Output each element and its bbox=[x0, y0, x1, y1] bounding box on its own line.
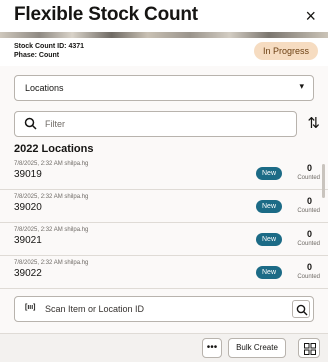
counted-value: 0 bbox=[306, 196, 312, 206]
counted-value: 0 bbox=[306, 262, 312, 272]
list-item-location: 39019 bbox=[14, 169, 42, 180]
list-item-meta: 7/8/2025, 2:32 AM shilpa.hg bbox=[14, 161, 89, 167]
barcode-icon: [ııı] bbox=[25, 304, 36, 311]
locations-count-heading: 2022 Locations bbox=[14, 143, 94, 155]
locations-select[interactable]: Locations ▾ bbox=[14, 75, 314, 101]
new-badge: New bbox=[256, 167, 283, 180]
list-item[interactable]: 7/8/2025, 2:32 AM shilpa.hg 39019 New 0 … bbox=[0, 158, 328, 190]
filter-input[interactable]: Filter bbox=[14, 111, 297, 137]
locations-select-label: Locations bbox=[25, 83, 64, 93]
list-item[interactable]: 7/8/2025, 2:32 AM shilpa.hg 39022 New 0 … bbox=[0, 257, 328, 289]
close-icon[interactable]: × bbox=[305, 6, 316, 26]
sort-icon[interactable]: ⇅ bbox=[307, 115, 320, 132]
chevron-down-icon: ▾ bbox=[299, 81, 304, 91]
scan-search-button[interactable] bbox=[292, 300, 310, 318]
search-icon bbox=[24, 117, 37, 130]
scan-placeholder: Scan Item or Location ID bbox=[45, 304, 145, 314]
list-item-location: 39022 bbox=[14, 268, 42, 279]
list-item-meta: 7/8/2025, 2:32 AM shilpa.hg bbox=[14, 260, 89, 266]
filter-placeholder: Filter bbox=[45, 119, 65, 129]
stock-count-phase: Phase: Count bbox=[14, 52, 60, 59]
new-badge: New bbox=[256, 266, 283, 279]
list-scrollbar[interactable] bbox=[322, 164, 325, 198]
counted-label: Counted bbox=[297, 175, 320, 181]
status-badge: In Progress bbox=[253, 42, 318, 60]
bulk-create-button[interactable]: Bulk Create bbox=[228, 338, 286, 358]
counted-value: 0 bbox=[306, 163, 312, 173]
dialog-title: Flexible Stock Count bbox=[14, 4, 198, 25]
list-item-meta: 7/8/2025, 2:32 AM shilpa.hg bbox=[14, 227, 89, 233]
list-item-location: 39021 bbox=[14, 235, 42, 246]
main-content: Locations ▾ Filter ⇅ 2022 Locations 7/8/… bbox=[0, 66, 328, 362]
stock-count-info: Stock Count ID: 4371 Phase: Count In Pro… bbox=[0, 38, 328, 66]
new-badge: New bbox=[256, 200, 283, 213]
list-item[interactable]: 7/8/2025, 2:32 AM shilpa.hg 39021 New 0 … bbox=[0, 224, 328, 256]
footer-toolbar: ••• Bulk Create bbox=[0, 333, 328, 362]
counted-label: Counted bbox=[297, 274, 320, 280]
dialog-header: Flexible Stock Count × bbox=[0, 0, 328, 33]
list-item-location: 39020 bbox=[14, 202, 42, 213]
grid-icon bbox=[304, 343, 316, 355]
counted-label: Counted bbox=[297, 208, 320, 214]
scan-input[interactable]: [ııı] Scan Item or Location ID bbox=[14, 296, 314, 322]
counted-value: 0 bbox=[306, 229, 312, 239]
stock-count-details: Stock Count ID: 4371 Phase: Count bbox=[14, 42, 84, 60]
list-item-meta: 7/8/2025, 2:32 AM shilpa.hg bbox=[14, 194, 89, 200]
search-icon bbox=[296, 304, 308, 316]
list-item[interactable]: 7/8/2025, 2:32 AM shilpa.hg 39020 New 0 … bbox=[0, 191, 328, 223]
grid-view-button[interactable] bbox=[298, 338, 320, 358]
new-badge: New bbox=[256, 233, 283, 246]
stock-count-id: Stock Count ID: 4371 bbox=[14, 43, 85, 50]
more-options-button[interactable]: ••• bbox=[202, 338, 222, 358]
counted-label: Counted bbox=[297, 241, 320, 247]
